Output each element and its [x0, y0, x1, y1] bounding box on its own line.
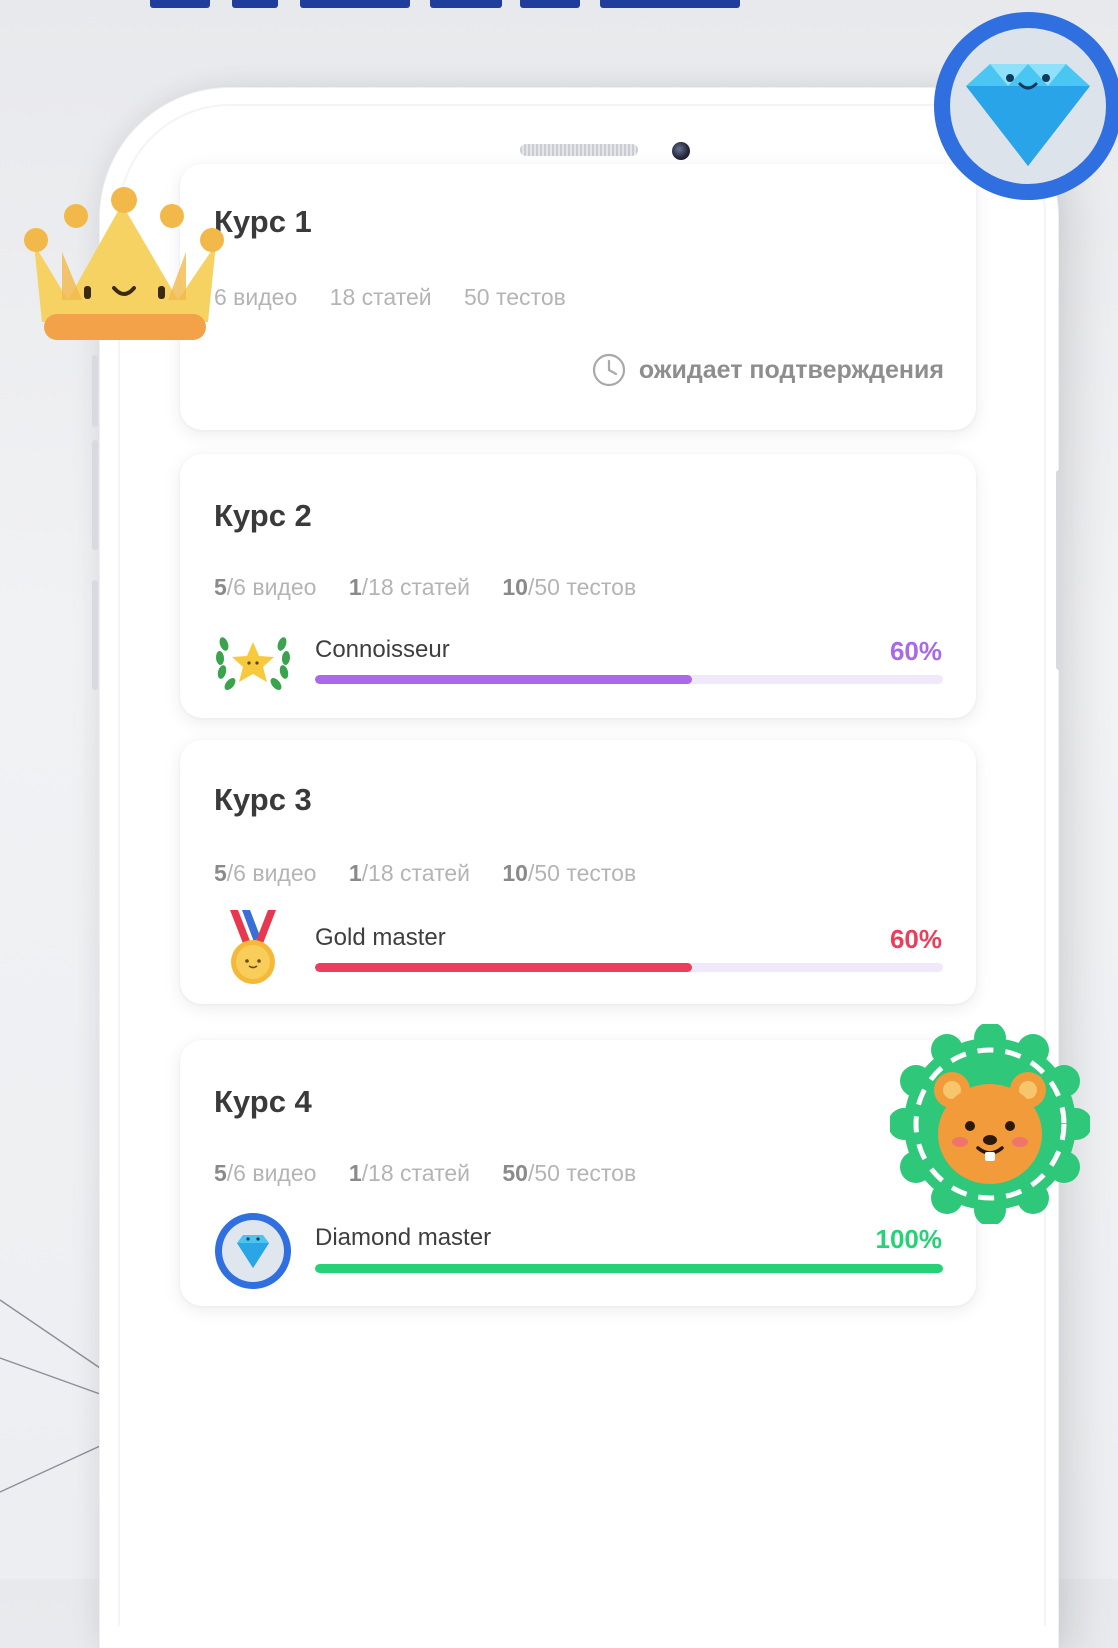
stat-tests: 10/50 тестов	[502, 860, 637, 886]
course-stats: 6 видео 18 статей 50 тестов	[214, 284, 592, 311]
crown-icon	[24, 187, 224, 340]
laurel-star-icon	[215, 637, 291, 690]
progress-fill	[315, 1264, 943, 1273]
stat-articles: 18 статей	[329, 284, 432, 310]
phone-power-button	[1056, 470, 1062, 670]
stat-articles: 1/18 статей	[348, 860, 470, 886]
stat-articles: 1/18 статей	[348, 1160, 470, 1186]
status-text: ожидает подтверждения	[638, 355, 944, 384]
stat-tests: 50/50 тестов	[502, 1160, 637, 1186]
progress-percent: 60%	[889, 924, 942, 954]
stat-videos: 5/6 видео	[214, 574, 317, 600]
course-card-2[interactable]: Курс 2 5/6 видео 1/18 статей 10/50 тесто…	[180, 454, 976, 718]
stat-articles: 1/18 статей	[348, 574, 470, 600]
course-card-1[interactable]: Курс 1 6 видео 18 статей 50 тестов ожида…	[180, 164, 976, 430]
phone-speaker	[520, 144, 638, 156]
course-title: Курс 4	[214, 1084, 312, 1119]
progress-track	[315, 675, 943, 684]
progress-fill	[315, 675, 692, 684]
course-stats: 5/6 видео 1/18 статей 10/50 тестов	[214, 574, 662, 601]
course-stats: 5/6 видео 1/18 статей 50/50 тестов	[214, 1160, 662, 1187]
stat-videos: 5/6 видео	[214, 860, 317, 886]
course-title: Курс 2	[214, 498, 312, 533]
course-card-4[interactable]: Курс 4 5/6 видео 1/18 статей 50/50 тесто…	[180, 1040, 976, 1306]
badge-label: Gold master	[315, 924, 446, 951]
progress-fill	[315, 963, 692, 972]
progress-percent: 60%	[889, 636, 942, 666]
phone-side-button	[92, 355, 98, 427]
badge-label: Diamond master	[315, 1224, 492, 1251]
clock-icon	[592, 353, 625, 387]
phone-camera	[672, 142, 690, 160]
diamond-badge-icon	[215, 1213, 291, 1289]
badge-label: Connoisseur	[315, 636, 450, 663]
course-title: Курс 1	[214, 204, 312, 239]
status-pending: ожидает подтверждения	[591, 352, 944, 388]
course-stats: 5/6 видео 1/18 статей 10/50 тестов	[214, 860, 662, 887]
course-title: Курс 3	[214, 782, 312, 817]
stat-tests: 50 тестов	[464, 284, 566, 310]
phone-side-button	[92, 580, 98, 690]
progress-track	[315, 1264, 943, 1273]
diamond-icon	[934, 12, 1118, 200]
progress-percent: 100%	[875, 1224, 943, 1254]
gold-medal-icon	[230, 910, 276, 984]
progress-track	[315, 963, 943, 972]
stat-tests: 10/50 тестов	[502, 574, 637, 600]
phone-side-button	[92, 440, 98, 550]
course-card-3[interactable]: Курс 3 5/6 видео 1/18 статей 10/50 тесто…	[180, 740, 976, 1004]
stat-videos: 5/6 видео	[214, 1160, 317, 1186]
bear-icon	[890, 1024, 1090, 1224]
